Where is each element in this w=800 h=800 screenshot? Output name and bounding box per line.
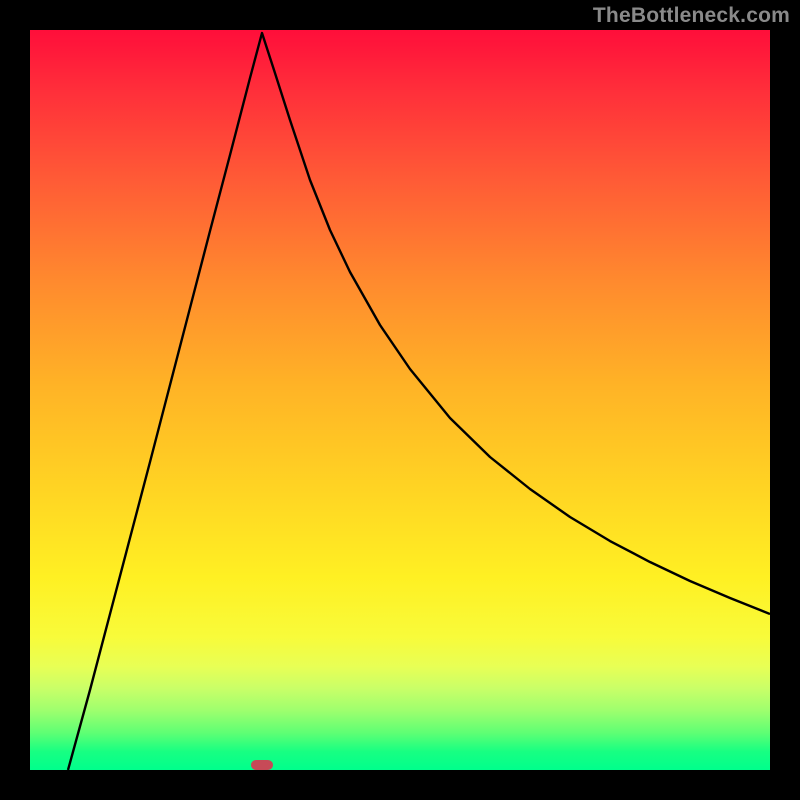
bottleneck-curve bbox=[30, 30, 770, 770]
chart-frame: TheBottleneck.com bbox=[0, 0, 800, 800]
curve-path bbox=[68, 33, 770, 770]
watermark-text: TheBottleneck.com bbox=[593, 4, 790, 28]
optimum-marker bbox=[251, 760, 273, 770]
